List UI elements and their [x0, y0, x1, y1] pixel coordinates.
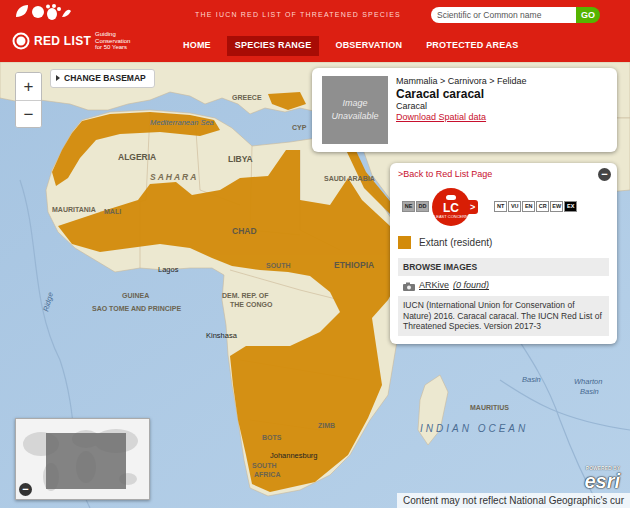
- category-badge: LCLEAST CONCERN: [432, 188, 470, 226]
- search-box: GO: [431, 7, 600, 23]
- map-label: Wharton: [574, 377, 602, 386]
- legend-swatch: [398, 236, 411, 249]
- map-label: LIBYA: [228, 154, 253, 164]
- selected-category[interactable]: LCLEAST CONCERN>: [432, 188, 478, 226]
- range-area: [52, 112, 220, 186]
- map-label: Lagos: [158, 265, 179, 274]
- map-label: CYP: [292, 124, 307, 131]
- scientific-name: Caracal caracal: [396, 87, 527, 101]
- arkive-link[interactable]: ARKive (0 found): [398, 276, 609, 296]
- download-link[interactable]: Download Spatial data: [396, 112, 527, 124]
- category-box[interactable]: NT: [494, 201, 507, 212]
- common-name: Caracal: [396, 101, 527, 112]
- nav-tab[interactable]: PROTECTED AREAS: [418, 36, 526, 56]
- collapse-button[interactable]: −: [598, 168, 611, 181]
- back-link[interactable]: >Back to Red List Page: [398, 169, 609, 181]
- category-code: LC: [443, 202, 459, 214]
- overview-map[interactable]: −: [15, 418, 150, 500]
- map-label: SAUDI ARABIA: [324, 175, 375, 182]
- map-label: ZIMB: [318, 422, 335, 429]
- red-list-mark-icon: [446, 195, 456, 200]
- category-box[interactable]: CR: [536, 201, 549, 212]
- map-label: Basin: [522, 375, 541, 384]
- range-area: [268, 92, 306, 110]
- search-input[interactable]: [431, 7, 576, 23]
- map-label: DEM. REP. OF: [222, 292, 269, 299]
- go-button[interactable]: GO: [576, 7, 600, 23]
- overview-toggle-button[interactable]: −: [19, 483, 32, 496]
- map-label: ETHIOPIA: [334, 260, 374, 270]
- category-box[interactable]: EW: [550, 201, 563, 212]
- main-nav: HOME SPECIES RANGE OBSERVATION PROTECTED AR…: [165, 30, 630, 62]
- zoom-in-button[interactable]: +: [16, 73, 41, 100]
- category-pointer: >: [468, 200, 478, 214]
- map-label: GUINEA: [122, 292, 149, 299]
- taxonomy: Mammalia > Carnivora > Felidae: [396, 76, 527, 87]
- status-panel: − >Back to Red List Page NEDDLCLEAST CON…: [390, 163, 617, 344]
- zoom-control: + −: [15, 72, 42, 128]
- map-label: Ridge: [41, 291, 55, 312]
- nav-tab[interactable]: SPECIES RANGE: [227, 36, 320, 56]
- map-label: AFRICA: [254, 471, 280, 478]
- nav-tab[interactable]: HOME: [175, 36, 219, 56]
- anniversary-badge-icon: [12, 32, 30, 50]
- category-box[interactable]: EX: [564, 201, 577, 212]
- category-name: LEAST CONCERN: [434, 215, 468, 219]
- esri-wordmark: esri: [584, 470, 620, 492]
- map-label: SOUTH: [266, 262, 291, 269]
- attribution: Content may not reflect National Geograp…: [397, 493, 630, 508]
- expand-arrow-icon: [56, 75, 60, 81]
- legend: Extant (resident): [398, 235, 609, 250]
- legend-label: Extant (resident): [419, 235, 492, 250]
- zoom-out-button[interactable]: −: [16, 100, 41, 127]
- logo-marks-icon: [12, 3, 72, 27]
- category-box[interactable]: EN: [522, 201, 535, 212]
- map-label: SOUTH: [252, 462, 277, 469]
- basemap-label: CHANGE BASEMAP: [64, 72, 146, 85]
- logo-subtitle: Guiding Conservation for 50 Years: [95, 31, 133, 51]
- legend-item: Extant (resident): [398, 235, 609, 250]
- map-label: MAURITIUS: [470, 404, 509, 411]
- species-panel: Image Unavailable Mammalia > Carnivora >…: [312, 68, 617, 152]
- header: RED LIST Guiding Conservation for 50 Yea…: [0, 0, 630, 62]
- map-label: THE CONGO: [230, 301, 273, 308]
- red-list-logo[interactable]: RED LIST Guiding Conservation for 50 Yea…: [0, 0, 165, 62]
- species-image-placeholder: Image Unavailable: [322, 76, 388, 144]
- map-label: MAURITANIA: [52, 206, 96, 213]
- camera-icon: [403, 282, 415, 291]
- arkive-label[interactable]: ARKive: [419, 279, 449, 293]
- map-label: Kinshasa: [206, 331, 238, 340]
- browse-images-header: BROWSE IMAGES: [398, 258, 609, 277]
- category-box[interactable]: VU: [508, 201, 521, 212]
- logo-title: RED LIST: [34, 35, 91, 47]
- category-box[interactable]: NE: [402, 201, 415, 212]
- map-label: GREECE: [232, 94, 262, 101]
- overview-canvas: [16, 419, 149, 499]
- esri-logo: POWERED BY esri: [584, 466, 620, 491]
- citation: IUCN (International Union for Conservati…: [398, 296, 609, 336]
- map-label: Mediterranean Sea: [150, 118, 214, 127]
- map-label: MALI: [104, 208, 121, 215]
- map-label: INDIAN OCEAN: [420, 423, 528, 434]
- map-label: SAHARA: [150, 172, 198, 182]
- map[interactable]: GREECE Mediterranean Sea CYP ALGERIA LIBYA SA…: [0, 62, 630, 508]
- map-label: BOTS: [262, 434, 282, 441]
- map-label: Johannesburg: [270, 451, 318, 460]
- nav-tab[interactable]: OBSERVATION: [327, 36, 410, 56]
- tagline: THE IUCN RED LIST OF THREATENED SPECIES: [165, 10, 431, 21]
- category-scale: NEDDLCLEAST CONCERN>NTVUENCREWEX: [402, 187, 609, 227]
- arkive-count[interactable]: (0 found): [453, 279, 489, 293]
- category-box[interactable]: DD: [416, 201, 429, 212]
- change-basemap-button[interactable]: CHANGE BASEMAP: [50, 69, 155, 88]
- map-label: ALGERIA: [118, 152, 156, 162]
- map-label: CHAD: [232, 226, 257, 236]
- map-label: SAO TOME AND PRINCIPE: [92, 305, 181, 312]
- map-label: Basin: [580, 387, 599, 396]
